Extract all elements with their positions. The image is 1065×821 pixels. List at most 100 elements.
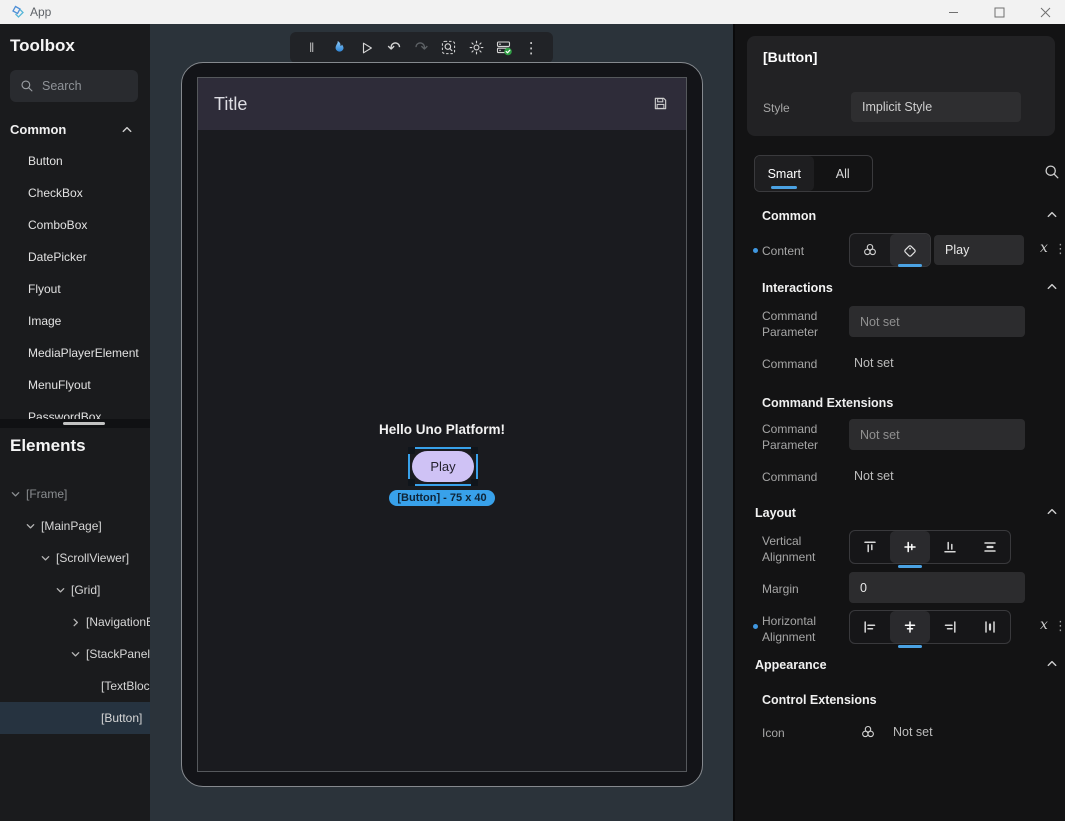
chevron-down-icon[interactable]	[38, 551, 53, 566]
content-input[interactable]	[934, 235, 1024, 265]
toolbox-item-mediaplayerelement[interactable]: MediaPlayerElement	[0, 337, 150, 369]
redo-icon[interactable]: ↷	[409, 36, 433, 60]
search-input[interactable]	[42, 79, 122, 93]
hot-reload-flame-icon[interactable]	[327, 36, 351, 60]
resize-handle-bottom-right[interactable]	[471, 479, 478, 486]
halign-right-button[interactable]	[930, 611, 970, 643]
page-title[interactable]: Title	[214, 94, 247, 115]
toolbox-search[interactable]	[10, 70, 138, 102]
hello-textblock[interactable]: Hello Uno Platform!	[198, 422, 686, 437]
tree-item-frame[interactable]: [Frame]	[0, 478, 150, 510]
tab-smart[interactable]: Smart	[755, 156, 814, 191]
save-icon[interactable]	[653, 96, 668, 111]
tree-item-button-selected[interactable]: [Button]	[0, 702, 150, 734]
play-run-icon[interactable]	[355, 36, 379, 60]
theme-sun-icon[interactable]	[464, 36, 488, 60]
valign-selected-indicator	[898, 565, 922, 568]
margin-label: Margin	[762, 581, 799, 597]
tree-item-label: [TextBloc	[101, 679, 150, 693]
toolbox-item-checkbox[interactable]: CheckBox	[0, 177, 150, 209]
halign-left-button[interactable]	[850, 611, 890, 643]
chevron-down-icon[interactable]	[8, 487, 23, 502]
search-icon	[20, 79, 34, 93]
toolbox-list: Button CheckBox ComboBox DatePicker Flyo…	[0, 145, 150, 419]
margin-input[interactable]	[849, 572, 1025, 603]
toolbox-item-datepicker[interactable]: DatePicker	[0, 241, 150, 273]
resize-handle-bottom-left[interactable]	[408, 479, 415, 486]
device-screen[interactable]: Title Hello Uno Platform! Play [Button] …	[197, 77, 687, 772]
tree-item-grid[interactable]: [Grid]	[0, 574, 150, 606]
valign-top-button[interactable]	[850, 531, 890, 563]
binding-icon[interactable]	[860, 724, 876, 740]
tag-icon	[902, 242, 918, 258]
properties-search-icon[interactable]	[1044, 164, 1060, 180]
section-interactions-collapse-icon[interactable]	[1045, 280, 1059, 294]
toolbox-item-button[interactable]: Button	[0, 145, 150, 177]
icon-value[interactable]: Not set	[893, 725, 933, 739]
toolbox-item-label: CheckBox	[28, 186, 83, 200]
selection-size-label: [Button] - 75 x 40	[389, 490, 494, 506]
horizontal-alignment-label: Horizontal Alignment	[762, 613, 834, 645]
tree-item-label: [StackPanel]	[86, 647, 150, 661]
chevron-right-icon[interactable]	[68, 615, 83, 630]
horizontal-alignment-group	[849, 610, 1011, 644]
section-common-title: Common	[762, 209, 816, 223]
section-layout-collapse-icon[interactable]	[1045, 505, 1059, 519]
selected-mode-indicator	[898, 264, 922, 267]
binding-icon	[862, 242, 878, 258]
drag-handle-icon[interactable]: ‖	[300, 36, 324, 60]
connected-server-icon[interactable]	[492, 36, 516, 60]
minimize-button[interactable]	[933, 0, 973, 24]
chevron-up-icon[interactable]	[120, 123, 134, 137]
command-parameter-input[interactable]	[849, 306, 1025, 337]
valign-center-button[interactable]	[890, 531, 930, 563]
toolbox-item-combobox[interactable]: ComboBox	[0, 209, 150, 241]
tree-item-textblock[interactable]: [TextBloc	[0, 670, 150, 702]
section-common-collapse-icon[interactable]	[1045, 208, 1059, 222]
more-options-kebab-icon[interactable]: ⋮	[519, 36, 543, 60]
undo-icon[interactable]: ↶	[382, 36, 406, 60]
toolbox-item-passwordbox[interactable]: PasswordBox	[0, 401, 150, 419]
halign-center-button[interactable]	[890, 611, 930, 643]
design-canvas[interactable]: ‖ ↶ ↷ ⋮	[150, 24, 733, 821]
style-input[interactable]	[851, 92, 1021, 122]
toolbox-item-menuflyout[interactable]: MenuFlyout	[0, 369, 150, 401]
chevron-down-icon[interactable]	[53, 583, 68, 598]
ext-command-value[interactable]: Not set	[854, 469, 894, 483]
selection-size-badge: [Button] - 75 x 40	[198, 490, 686, 506]
tree-item-scrollviewer[interactable]: [ScrollViewer]	[0, 542, 150, 574]
tree-item-mainpage[interactable]: [MainPage]	[0, 510, 150, 542]
resize-handle-top-left[interactable]	[408, 447, 415, 454]
window-controls	[933, 0, 1065, 24]
binding-mode-button[interactable]	[850, 234, 890, 266]
toolbox-item-label: Image	[28, 314, 61, 328]
ext-command-parameter-input[interactable]	[849, 419, 1025, 450]
tree-item-stackpanel[interactable]: [StackPanel]	[0, 638, 150, 670]
maximize-button[interactable]	[979, 0, 1019, 24]
close-button[interactable]	[1025, 0, 1065, 24]
valign-bottom-button[interactable]	[930, 531, 970, 563]
xaml-expression-icon[interactable]: x	[1040, 240, 1048, 256]
toolbox-item-image[interactable]: Image	[0, 305, 150, 337]
resize-handle-top-right[interactable]	[471, 447, 478, 454]
zoom-to-selection-icon[interactable]	[437, 36, 461, 60]
chevron-down-icon[interactable]	[23, 519, 38, 534]
halign-more-kebab-icon[interactable]: ⋮	[1054, 618, 1065, 634]
tab-all[interactable]: All	[814, 156, 873, 191]
valign-bottom-icon	[942, 539, 958, 555]
tab-smart-label: Smart	[768, 167, 801, 181]
valign-stretch-button[interactable]	[970, 531, 1010, 563]
command-value[interactable]: Not set	[854, 356, 894, 370]
section-appearance-collapse-icon[interactable]	[1045, 657, 1059, 671]
chevron-down-icon[interactable]	[68, 647, 83, 662]
tree-item-navigationbar[interactable]: [NavigationE	[0, 606, 150, 638]
tree-item-label: [ScrollViewer]	[56, 551, 129, 565]
toolbox-scrollbar-thumb[interactable]	[63, 422, 105, 425]
halign-selected-indicator	[898, 645, 922, 648]
content-more-kebab-icon[interactable]: ⋮	[1054, 241, 1065, 257]
xaml-expression-icon[interactable]: x	[1040, 617, 1048, 633]
toolbox-item-flyout[interactable]: Flyout	[0, 273, 150, 305]
halign-stretch-button[interactable]	[970, 611, 1010, 643]
app-logo-icon	[10, 4, 26, 20]
literal-value-mode-button[interactable]	[890, 234, 930, 266]
